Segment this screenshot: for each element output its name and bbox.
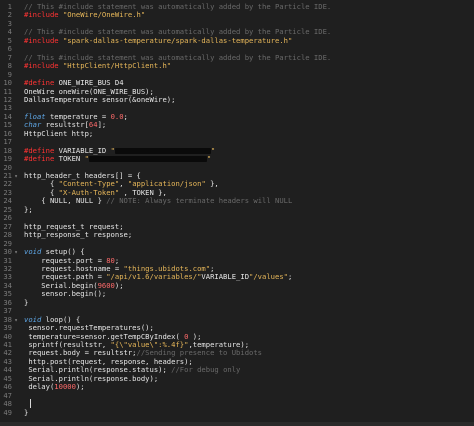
line-source: #include "OneWire/OneWire.h"	[20, 10, 145, 19]
code-token: ;	[287, 272, 293, 282]
code-token: delay(	[24, 382, 55, 392]
code-token: HttpClient http;	[24, 128, 94, 138]
code-token: //For debug only	[171, 365, 241, 375]
horizontal-scrollbar[interactable]	[0, 422, 474, 426]
code-token: ];	[97, 120, 107, 130]
code-token: );	[75, 382, 85, 392]
line-source: sensor.begin();	[20, 289, 106, 298]
code-line[interactable]: 5 #include "spark-dallas-temperature/spar…	[0, 36, 293, 45]
code-token: #include	[24, 35, 63, 45]
code-token: "HttpClient/HttpClient.h"	[62, 61, 172, 71]
code-line[interactable]: 24 { NULL, NULL } // NOTE: Always termin…	[0, 196, 292, 205]
line-source: #define TOKEN " "	[20, 154, 211, 163]
code-line[interactable]: 19 #define TOKEN " "	[0, 154, 211, 163]
text-cursor	[30, 399, 31, 409]
redacted-secret	[88, 156, 207, 163]
line-source: HttpClient http;	[20, 129, 93, 138]
line-source: DallasTemperature sensor(&oneWire);	[20, 95, 175, 104]
code-token: },	[205, 179, 219, 189]
code-token: NULL	[49, 196, 68, 206]
code-token: http_response_t response;	[24, 230, 133, 240]
code-token: };	[24, 204, 33, 214]
code-token: // NOTE: Always terminate headers will N…	[106, 196, 293, 206]
code-token: TOKEN	[58, 154, 85, 164]
code-token: VARIABLE_ID	[201, 272, 250, 282]
code-token: ,	[67, 196, 76, 206]
code-token: );	[114, 280, 124, 290]
line-source: { NULL, NULL } // NOTE: Always terminate…	[20, 196, 292, 205]
code-token: "OneWire/OneWire.h"	[62, 10, 146, 20]
code-token: sensor.begin();	[24, 289, 107, 299]
code-token: }	[24, 297, 29, 307]
code-token: "	[206, 154, 212, 164]
line-number: 49	[3, 407, 12, 417]
redacted-secret	[114, 147, 211, 154]
line-source: #include "spark-dallas-temperature/spark…	[20, 36, 292, 45]
line-source: delay(10000);	[20, 382, 85, 392]
code-area[interactable]: 1// This #include statement was automati…	[0, 0, 474, 426]
code-token: "/values"	[249, 272, 288, 282]
code-token: #include	[24, 61, 63, 71]
code-token: }	[93, 196, 107, 206]
code-token: 10000	[54, 382, 76, 392]
code-token: #include	[24, 10, 63, 20]
line-source: #include "HttpClient/HttpClient.h"	[20, 61, 171, 70]
code-token: #define	[24, 154, 59, 164]
line-source: http_response_t response;	[20, 230, 132, 239]
code-line[interactable]: 12 DallasTemperature sensor(&oneWire);	[0, 95, 175, 104]
code-token: "spark-dallas-temperature/spark-dallas-t…	[62, 35, 293, 45]
code-token: "	[210, 145, 216, 155]
code-token: ;	[123, 111, 128, 121]
code-token: 0.0	[110, 111, 124, 121]
code-token: NULL	[75, 196, 94, 206]
code-token: }	[24, 407, 29, 417]
code-line[interactable]: 8 #include "HttpClient/HttpClient.h"	[0, 61, 171, 70]
code-token: DallasTemperature sensor(&oneWire);	[24, 94, 176, 104]
code-editor[interactable]: 1// This #include statement was automati…	[0, 0, 474, 426]
code-line[interactable]: 49}	[0, 408, 28, 417]
line-source: }	[20, 408, 28, 417]
